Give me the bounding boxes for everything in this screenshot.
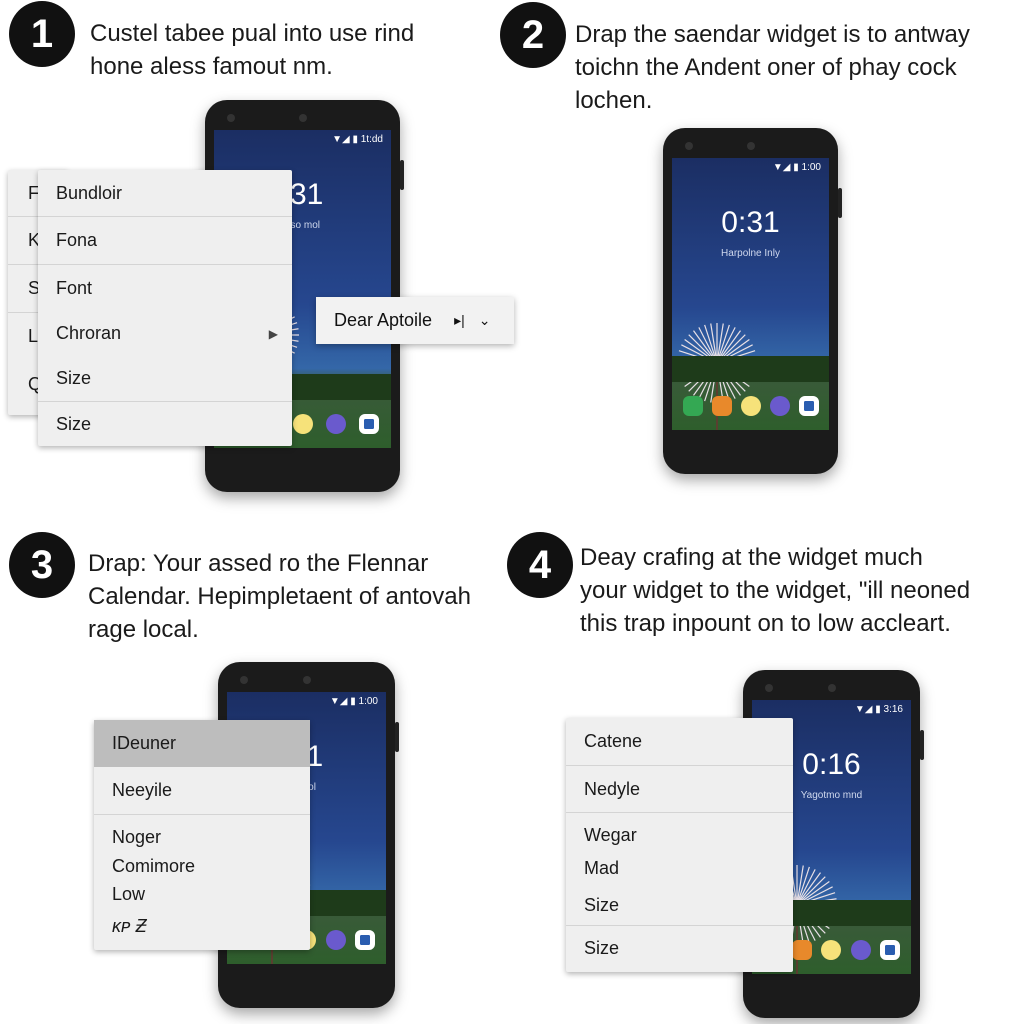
files-app-icon[interactable] (792, 940, 813, 960)
step-badge: 3 (9, 532, 75, 598)
notes-app-icon[interactable] (292, 414, 313, 434)
messages-app-icon[interactable] (325, 930, 346, 950)
sensor-icon (240, 676, 248, 684)
power-button[interactable] (838, 188, 842, 218)
trees-wallpaper (672, 356, 829, 382)
power-button[interactable] (400, 160, 404, 190)
menu-item[interactable]: Bundloir (38, 170, 292, 216)
menu-item[interactable]: Catene (566, 718, 793, 765)
clock-widget[interactable]: 0:31 (672, 206, 829, 240)
menu-item-selected[interactable]: IDeuner (94, 720, 310, 767)
instruction-line: Calendar. Hepimpletaent of antovah (88, 583, 471, 610)
instruction-line: Drap: Your assed ro the Flennar (88, 550, 429, 577)
step-instructions: Deay crafing at the widget much your wid… (580, 541, 970, 640)
status-bar: ▼◢ ▮ 1:00 (329, 696, 378, 707)
status-bar: ▼◢ ▮ 3:16 (854, 704, 903, 715)
messages-app-icon[interactable] (850, 940, 871, 960)
instruction-line: this trap inpount on to low accleart. (580, 610, 951, 637)
menu-item[interactable]: Noger (94, 814, 310, 852)
menu-item[interactable]: Neeyile (94, 767, 310, 814)
menu-item[interactable]: Size (38, 401, 292, 446)
power-button[interactable] (920, 730, 924, 760)
menu-item-label: Chroran (56, 323, 122, 343)
sensor-icon (227, 114, 235, 122)
maps-app-icon[interactable] (358, 414, 379, 434)
status-time: 1:00 (801, 162, 821, 173)
menu-item[interactable]: Font (38, 264, 292, 311)
menu-item[interactable]: Comimore (94, 852, 310, 880)
status-bar: ▼◢ ▮ 1t:dd (332, 134, 383, 145)
dropdown-popup[interactable]: Dear Aptoile ▸| ⌄ (316, 297, 514, 344)
sensor-icon (685, 142, 693, 150)
camera-icon (298, 114, 307, 122)
menu-item[interactable]: Nedyle (566, 765, 793, 812)
notes-app-icon[interactable] (740, 396, 761, 416)
files-app-icon[interactable] (711, 396, 732, 416)
notes-app-icon[interactable] (821, 940, 842, 960)
step-badge: 1 (9, 1, 75, 67)
menu-item-submenu[interactable]: Chroran ▶ (38, 311, 292, 356)
step-badge: 2 (500, 2, 566, 68)
menu-item[interactable]: Fona (38, 216, 292, 264)
menu-item[interactable]: Mad (566, 852, 793, 885)
phone-app-icon[interactable] (682, 396, 703, 416)
instruction-line: toichn the Andent oner of phay cock (575, 54, 957, 81)
instruction-line: your widget to the widget, "ill neoned (580, 577, 971, 604)
phone-screen: ▼◢ ▮ 1:00 0:31 Harpolne Inly (672, 158, 829, 430)
skip-icon[interactable]: ▸| (454, 312, 465, 329)
step-badge: 4 (507, 532, 573, 598)
chevron-down-icon[interactable]: ⌄ (479, 312, 491, 329)
app-dock (678, 396, 823, 416)
menu-item[interactable]: Size (566, 885, 793, 925)
status-bar: ▼◢ ▮ 1:00 (772, 162, 821, 173)
instruction-line: Drap the saendar widget is to antway (575, 21, 970, 48)
camera-icon (746, 142, 755, 150)
power-button[interactable] (395, 722, 399, 752)
context-menu: IDeuner Neeyile Noger Comimore Low ᴋᴘ Ƶ (94, 720, 310, 950)
step-instructions: Drap the saendar widget is to antway toi… (575, 18, 970, 117)
messages-app-icon[interactable] (325, 414, 346, 434)
menu-item[interactable]: ᴋᴘ Ƶ (94, 908, 310, 944)
menu-item[interactable]: Size (566, 925, 793, 971)
camera-icon (827, 684, 836, 692)
step-instructions: Custel tabee pual into use rind hone ale… (90, 17, 414, 83)
status-time: 1t:dd (360, 134, 383, 145)
instruction-line: Custel tabee pual into use rind (90, 20, 415, 47)
sensor-icon (765, 684, 773, 692)
status-time: 3:16 (883, 704, 903, 715)
context-menu: Catene Nedyle Wegar Mad Size Size (566, 718, 793, 972)
format-menu: Bundloir Fona Font Chroran ▶ Size Size (38, 170, 292, 446)
phone: ▼◢ ▮ 1:00 0:31 Harpolne Inly (663, 128, 842, 474)
messages-app-icon[interactable] (769, 396, 790, 416)
date-label: Harpolne Inly (721, 248, 780, 259)
dropdown-label: Dear Aptoile (334, 310, 433, 330)
maps-app-icon[interactable] (798, 396, 819, 416)
maps-app-icon[interactable] (880, 940, 901, 960)
step-instructions: Drap: Your assed ro the Flennar Calendar… (88, 547, 471, 646)
instruction-line: lochen. (575, 87, 653, 114)
menu-item[interactable]: Size (38, 356, 292, 401)
submenu-arrow-icon: ▶ (268, 326, 278, 341)
menu-item[interactable]: Wegar (566, 812, 793, 852)
status-time: 1:00 (358, 696, 378, 707)
instruction-line: Deay crafing at the widget much (580, 544, 923, 571)
maps-app-icon[interactable] (355, 930, 376, 950)
menu-item[interactable]: Low (94, 880, 310, 908)
instruction-line: rage local. (88, 616, 199, 643)
instruction-line: hone aless famout nm. (90, 53, 333, 80)
camera-icon (302, 676, 311, 684)
